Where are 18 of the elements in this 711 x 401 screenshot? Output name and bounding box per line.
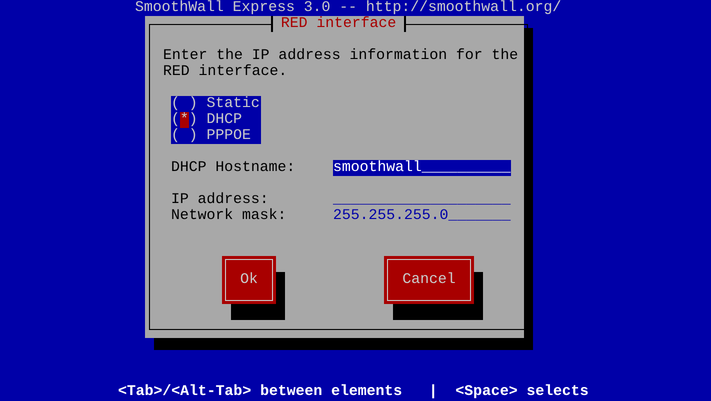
radio-indicator: (*): [171, 112, 198, 128]
dialog-button[interactable]: Ok: [222, 256, 276, 304]
radio-indicator: ( ): [171, 96, 198, 112]
input-field[interactable]: smoothwall__________: [333, 160, 511, 176]
input-field[interactable]: ____________________: [333, 192, 511, 208]
radio-option[interactable]: ( ) PPPOE: [171, 128, 261, 144]
status-bar-hint: <Tab>/<Alt-Tab> between elements | <Space> selects: [118, 384, 589, 400]
radio-indicator: ( ): [171, 128, 198, 144]
field-label: DHCP Hostname:: [171, 160, 296, 176]
field-label: IP address:: [171, 192, 270, 208]
radio-option[interactable]: ( ) Static: [171, 96, 261, 112]
dialog-title: RED interface: [270, 16, 406, 32]
screen-title: SmoothWall Express 3.0 -- http://smoothwall.org/: [135, 0, 562, 16]
input-field[interactable]: 255.255.255.0_______: [333, 208, 511, 224]
field-label: Network mask:: [171, 208, 288, 224]
instruction-text: Enter the IP address information for the RED interface.: [163, 48, 520, 80]
dialog-button[interactable]: Cancel: [384, 256, 474, 304]
radio-option[interactable]: (*) DHCP: [171, 112, 261, 128]
